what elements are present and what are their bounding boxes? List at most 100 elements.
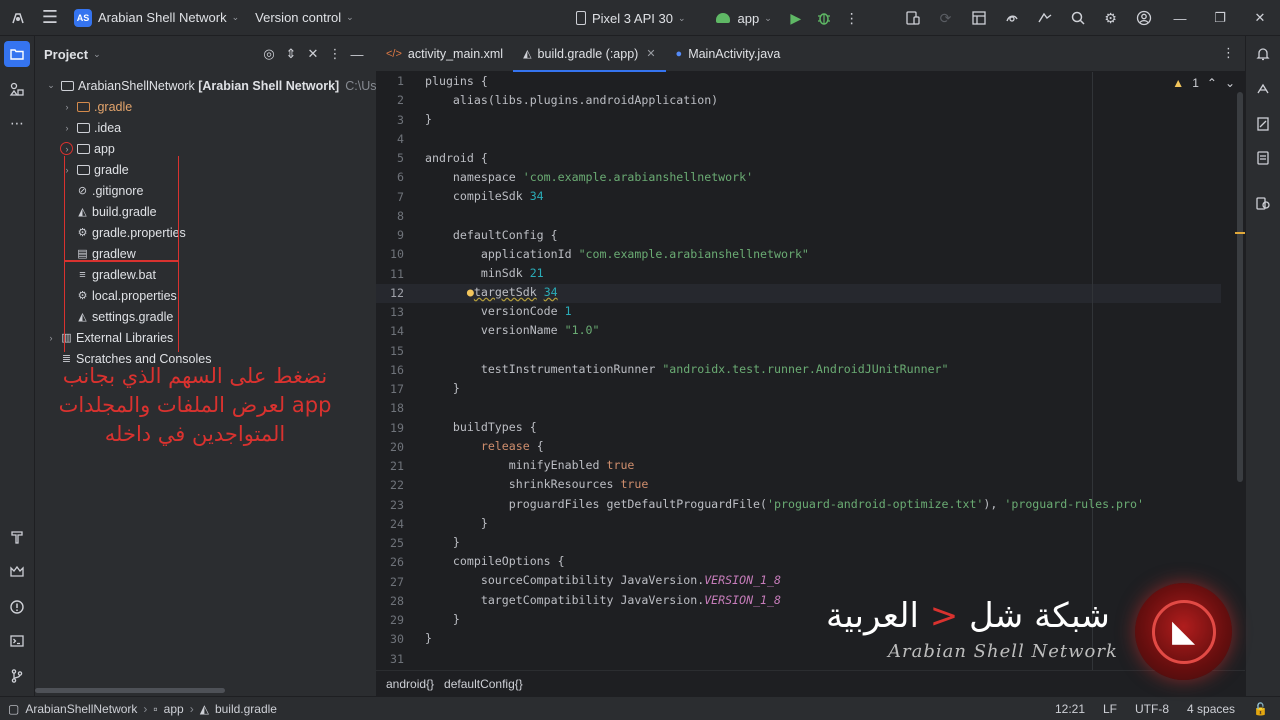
close-tab-icon[interactable]: ✕	[646, 47, 655, 60]
chevron-down-icon[interactable]: ⌄	[678, 13, 686, 24]
hide-panel-icon[interactable]: —	[346, 41, 368, 67]
code-editor[interactable]: 1 2 3 4 5 6 7 8 9 10 11 12 13 14 15 16 17 18 19 20 21 22 23 24 2…	[376, 72, 1245, 670]
chevron-right-icon[interactable]: ›	[61, 123, 73, 133]
left-tool-strip: ⋯	[0, 36, 35, 696]
git-branch-icon[interactable]	[4, 663, 30, 689]
file-encoding[interactable]: UTF-8	[1135, 702, 1169, 716]
build-variants-icon[interactable]	[4, 524, 30, 550]
annotation-text: نضغط على السهم الذي بجانب app لعرض الملف…	[58, 364, 332, 446]
lock-icon[interactable]: 🔓	[1253, 702, 1268, 716]
gradle-tool-icon[interactable]	[1250, 111, 1276, 137]
status-crumb-module[interactable]: app	[164, 702, 184, 716]
indent-setting[interactable]: 4 spaces	[1187, 702, 1235, 716]
chevron-down-icon[interactable]: ⌄	[232, 12, 240, 23]
line-number: 23	[390, 497, 404, 512]
tabs-menu-icon[interactable]: ⋮	[1222, 45, 1235, 61]
line-number: 20	[390, 439, 404, 454]
expand-collapse-icon[interactable]: ⇕	[280, 41, 302, 67]
device-manager-icon[interactable]	[896, 4, 929, 32]
device-selector[interactable]: Pixel 3 API 30	[592, 11, 673, 26]
android-icon	[715, 13, 730, 23]
settings-gear-icon[interactable]: ⚙	[1094, 4, 1127, 32]
account-icon[interactable]	[1127, 4, 1160, 32]
gradle-sync-icon[interactable]	[995, 4, 1028, 32]
horizontal-scrollbar[interactable]	[35, 688, 225, 693]
collapse-all-icon[interactable]: ✕	[302, 41, 324, 67]
gemini-icon[interactable]	[1250, 76, 1276, 102]
line-number: 11	[390, 266, 404, 281]
line-number: 9	[397, 228, 404, 242]
run-config-selector[interactable]: app	[738, 11, 760, 26]
line-number: 31	[390, 651, 404, 666]
line-number: 18	[390, 401, 404, 416]
breadcrumb-android[interactable]: android{}	[386, 677, 434, 691]
more-actions-icon[interactable]: ⋮	[838, 4, 866, 32]
search-icon[interactable]	[1061, 4, 1094, 32]
device-icon	[576, 11, 586, 25]
tab-activity-main[interactable]: </> activity_main.xml	[376, 36, 513, 72]
running-devices-icon[interactable]	[1250, 190, 1276, 216]
project-tool-icon[interactable]	[4, 41, 30, 67]
right-margin-guide	[1092, 72, 1093, 670]
chevron-down-icon[interactable]: ⌄	[45, 80, 57, 91]
line-separator[interactable]: LF	[1103, 702, 1117, 716]
layout-inspector-icon[interactable]	[962, 4, 995, 32]
chevron-down-icon[interactable]: ⌄	[346, 12, 354, 23]
module-icon: ▫	[153, 701, 158, 716]
sdk-manager-icon[interactable]	[1028, 4, 1061, 32]
resource-manager-icon[interactable]	[4, 76, 30, 102]
project-panel-title[interactable]: Project	[44, 47, 88, 62]
terminal-icon[interactable]	[4, 628, 30, 654]
right-tool-strip	[1245, 36, 1280, 696]
android-studio-logo-icon[interactable]	[0, 0, 36, 36]
xml-icon: </>	[386, 47, 402, 60]
chevron-down-icon[interactable]: ⌄	[1225, 76, 1235, 90]
status-crumb-file[interactable]: build.gradle	[215, 702, 277, 716]
inspection-widget[interactable]: ▲ 1 ⌃ ⌄	[1172, 76, 1235, 90]
restore-icon[interactable]: ❐	[1200, 0, 1240, 36]
line-number: 16	[390, 362, 404, 377]
tree-item-gradle-cache[interactable]: › .gradle	[61, 96, 133, 117]
minimize-icon[interactable]: —	[1160, 0, 1200, 36]
app-quality-icon[interactable]	[4, 559, 30, 585]
line-number: 12	[390, 285, 404, 300]
run-icon[interactable]: ▶	[782, 4, 810, 32]
main-menu-icon[interactable]: ☰	[36, 4, 64, 32]
tab-main-activity[interactable]: ● MainActivity.java	[666, 36, 791, 72]
more-tools-icon[interactable]: ⋯	[4, 110, 30, 136]
tree-item-root[interactable]: ⌄ ArabianShellNetwork [Arabian Shell Net…	[45, 75, 397, 96]
class-icon: ●	[675, 47, 683, 60]
intention-bulb-icon[interactable]: ●	[467, 285, 474, 299]
apply-changes-icon[interactable]: ⟳	[929, 4, 962, 32]
debug-icon[interactable]	[810, 4, 838, 32]
options-icon[interactable]: ⋮	[324, 41, 346, 67]
chevron-down-icon[interactable]: ⌄	[93, 49, 101, 60]
line-number: 14	[390, 324, 404, 339]
line-number: 3	[397, 112, 404, 127]
chevron-down-icon[interactable]: ⌄	[764, 13, 772, 24]
vertical-scrollbar[interactable]	[1237, 92, 1243, 482]
line-number: 19	[390, 420, 404, 435]
line-number: 26	[390, 555, 404, 570]
device-file-explorer-icon[interactable]	[1250, 145, 1276, 171]
tree-item-idea[interactable]: › .idea	[61, 117, 122, 138]
notifications-icon[interactable]	[1250, 41, 1276, 67]
caret-position[interactable]: 12:21	[1055, 702, 1085, 716]
status-crumb-project[interactable]: ArabianShellNetwork	[25, 702, 137, 716]
warning-stripe-mark[interactable]	[1235, 232, 1245, 234]
line-number: 2	[397, 93, 404, 108]
locate-file-icon[interactable]: ◎	[258, 41, 280, 67]
problems-icon[interactable]	[4, 594, 30, 620]
module-folder-icon	[77, 143, 90, 154]
chevron-up-icon[interactable]: ⌃	[1207, 76, 1217, 90]
breadcrumb-default-config[interactable]: defaultConfig{}	[444, 677, 523, 691]
project-badge[interactable]: AS	[74, 8, 92, 27]
version-control-menu[interactable]: Version control	[255, 10, 341, 25]
project-switcher[interactable]: Arabian Shell Network	[98, 10, 227, 25]
annotation-circle	[60, 142, 73, 155]
gradle-icon: ◭	[199, 701, 209, 716]
chevron-right-icon[interactable]: ›	[45, 333, 57, 343]
tab-build-gradle[interactable]: ◭ build.gradle (:app) ✕	[513, 36, 666, 72]
chevron-right-icon[interactable]: ›	[61, 102, 73, 112]
close-icon[interactable]: ✕	[1240, 0, 1280, 36]
